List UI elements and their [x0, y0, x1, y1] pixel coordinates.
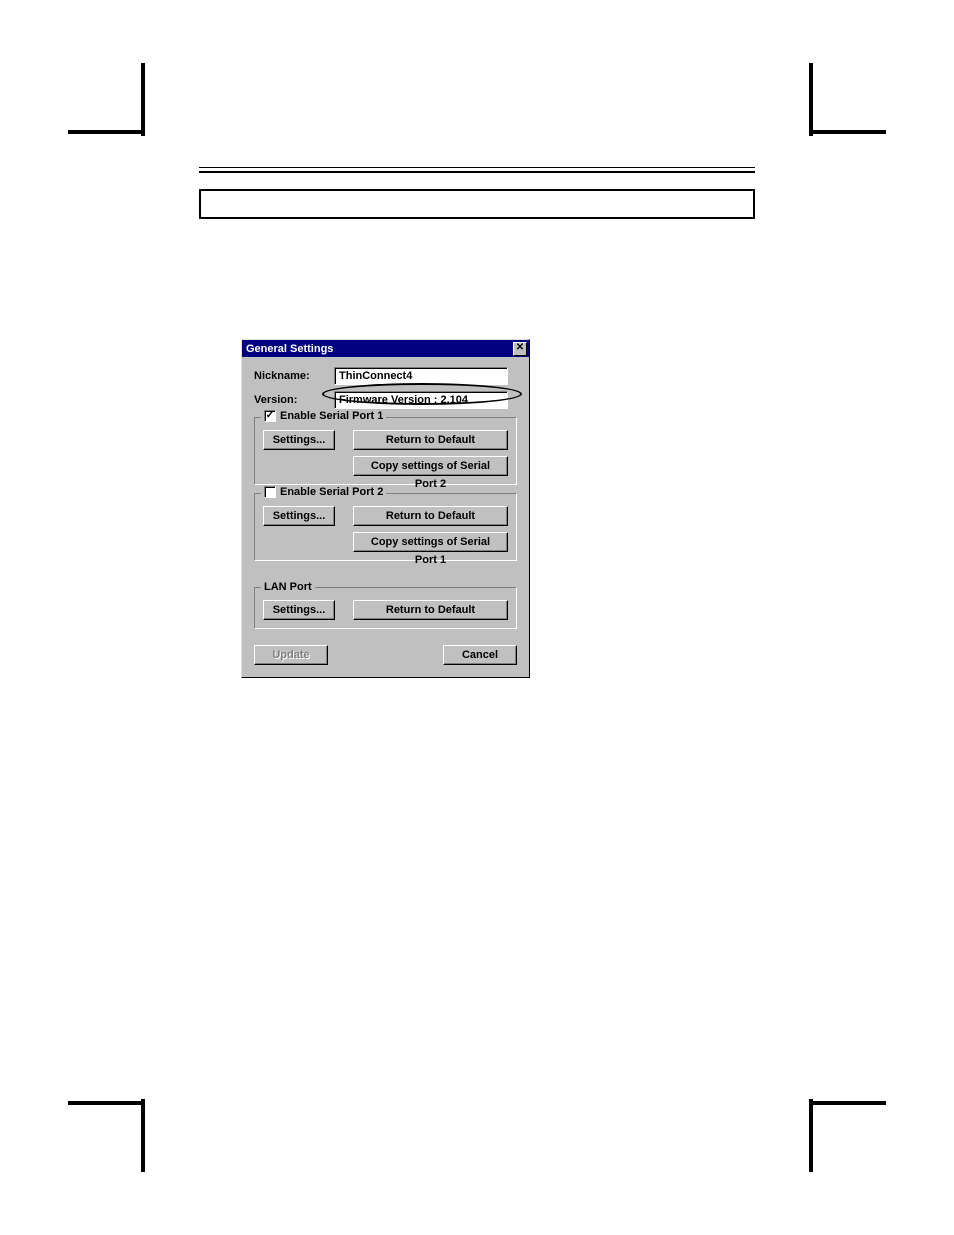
header-box	[199, 189, 755, 219]
port1-copy-settings-button[interactable]: Copy settings of Serial Port 2	[353, 456, 508, 476]
lan-settings-button[interactable]: Settings...	[263, 600, 335, 620]
port1-legend: Enable Serial Port 1	[280, 410, 383, 422]
cropmark	[809, 63, 813, 136]
enable-port1-checkbox[interactable]	[264, 410, 276, 422]
port1-settings-button[interactable]: Settings...	[263, 430, 335, 450]
nickname-label: Nickname:	[254, 370, 334, 382]
port2-return-default-button[interactable]: Return to Default	[353, 506, 508, 526]
port1-return-default-button[interactable]: Return to Default	[353, 430, 508, 450]
lan-legend: LAN Port	[264, 581, 312, 593]
nickname-input[interactable]	[334, 367, 508, 385]
port2-settings-button[interactable]: Settings...	[263, 506, 335, 526]
cropmark	[141, 1099, 145, 1172]
lan-return-default-button[interactable]: Return to Default	[353, 600, 508, 620]
serial-port-1-group: Enable Serial Port 1 Settings... Return …	[254, 417, 517, 485]
port2-legend: Enable Serial Port 2	[280, 486, 383, 498]
update-button[interactable]: Update	[254, 645, 328, 665]
header-divider-thin	[199, 167, 755, 168]
cropmark	[141, 63, 145, 136]
cropmark	[68, 130, 145, 134]
version-label: Version:	[254, 394, 334, 406]
cropmark	[809, 1099, 813, 1172]
titlebar[interactable]: General Settings ✕	[242, 340, 529, 357]
cropmark	[809, 130, 886, 134]
enable-port2-checkbox[interactable]	[264, 486, 276, 498]
header-divider-thick	[199, 171, 755, 173]
version-readout: Firmware Version : 2.104 [PD10]	[334, 391, 508, 409]
dialog-title: General Settings	[246, 343, 333, 355]
close-icon[interactable]: ✕	[513, 342, 527, 356]
cropmark	[68, 1101, 145, 1105]
cropmark	[809, 1101, 886, 1105]
cancel-button[interactable]: Cancel	[443, 645, 517, 665]
port2-copy-settings-button[interactable]: Copy settings of Serial Port 1	[353, 532, 508, 552]
serial-port-2-group: Enable Serial Port 2 Settings... Return …	[254, 493, 517, 561]
general-settings-dialog: General Settings ✕ Nickname: Version: Fi…	[241, 339, 530, 678]
lan-port-group: LAN Port Settings... Return to Default	[254, 587, 517, 629]
